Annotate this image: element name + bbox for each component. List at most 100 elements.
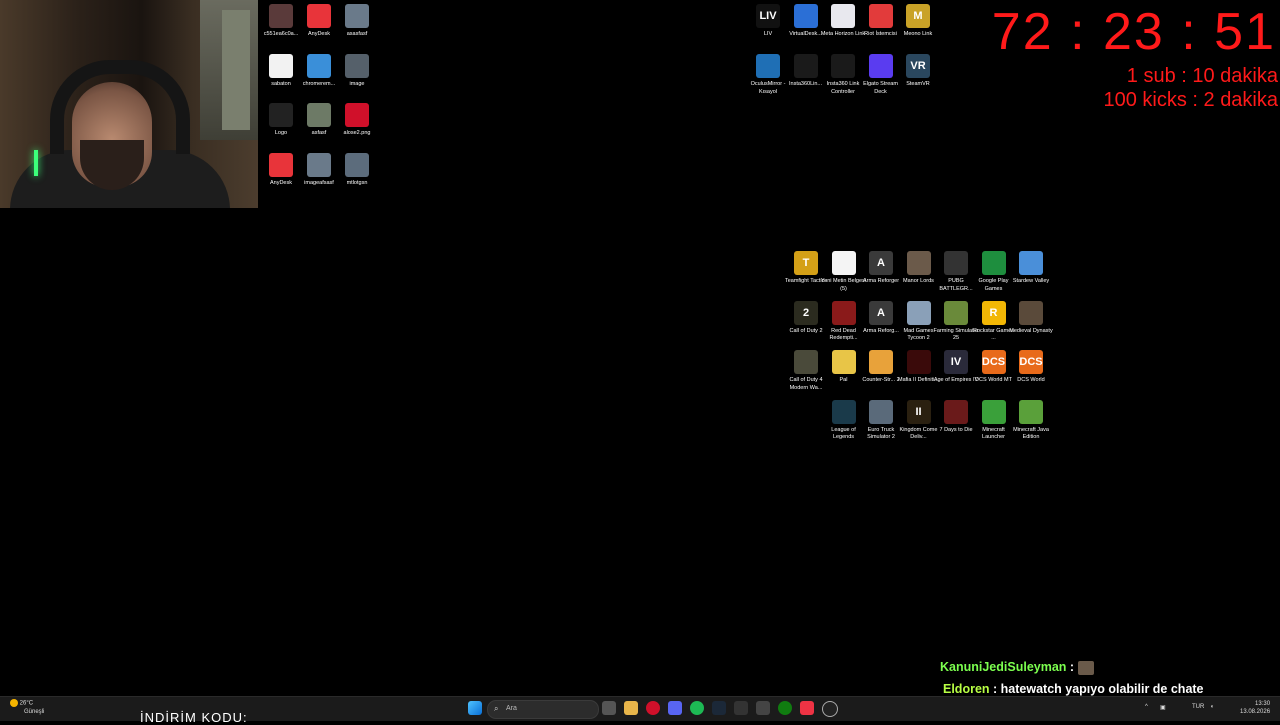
meono-link-icon: M [906, 4, 930, 28]
manor-lords-icon [906, 251, 931, 275]
clock[interactable]: 13:30 13.08.2026 [1240, 700, 1270, 716]
aoe4-icon: IV [944, 350, 968, 374]
logo-image-icon [269, 103, 293, 127]
desktop-icon[interactable]: image [334, 53, 380, 89]
oculus-mirror-icon [756, 54, 780, 78]
stream-deck-icon [868, 54, 893, 78]
desktop-icon[interactable]: alose2.png [334, 103, 380, 138]
weather-desc: Güneşli [24, 708, 45, 715]
discord-icon[interactable] [668, 701, 682, 715]
webcam-overlay [0, 0, 258, 208]
medieval-dynasty-icon [1019, 300, 1043, 325]
text-file-icon [831, 251, 856, 275]
promo-code-label: İNDİRİM KODU: [140, 710, 248, 725]
desktop-icon-label: asasfasf [346, 31, 368, 37]
liv-icon: LIV [756, 4, 780, 28]
dcs-icon: DCS [981, 350, 1006, 374]
tray-chevron-icon[interactable]: ^ [1145, 704, 1148, 710]
desktop-icon-label: image [349, 80, 365, 87]
obs-icon[interactable] [822, 701, 838, 717]
lol-icon [831, 399, 856, 424]
desktop-icon-label: SteamVR [906, 81, 930, 87]
language-indicator[interactable]: TUR [1192, 704, 1204, 710]
stardew-icon [1019, 251, 1043, 275]
xbox-icon[interactable] [778, 701, 792, 715]
ets2-icon [869, 399, 893, 424]
file-explorer-icon[interactable] [624, 701, 638, 715]
riot-icon [868, 4, 893, 28]
arma-icon: A [869, 251, 893, 275]
anydesk-icon [269, 152, 293, 177]
volume-icon[interactable]: ◖ [1210, 704, 1214, 710]
cod2-icon: 2 [794, 300, 818, 325]
image-thumb-icon [345, 53, 369, 78]
chat-message: KanuniJediSuleyman : [940, 658, 1280, 677]
desktop-icon[interactable]: M Meono Link [895, 4, 941, 39]
palworld-icon [831, 350, 856, 374]
desktop-icon-label: Stardew Valley [1012, 278, 1050, 284]
capcut-icon[interactable] [756, 701, 770, 715]
steam-icon[interactable] [712, 701, 726, 715]
image-thumb-icon [345, 4, 369, 28]
file-icon [269, 53, 293, 78]
clock-date: 13.08.2026 [1240, 709, 1271, 715]
farming-sim-icon [944, 300, 968, 325]
timer-rule-kicks: 100 kicks : 2 dakika [1103, 89, 1278, 111]
epic-games-icon[interactable] [734, 701, 748, 715]
pubg-icon [944, 251, 968, 275]
weather-temp: 26°C [19, 700, 34, 707]
image-thumb-icon [307, 103, 331, 127]
opera-gx-icon[interactable] [646, 701, 660, 715]
desktop-icon-label: Medieval Dynasty [1009, 327, 1053, 334]
7dtd-icon [944, 399, 968, 424]
spotify-icon[interactable] [690, 701, 704, 715]
image-thumb-icon [307, 152, 331, 177]
app-icon[interactable] [800, 701, 814, 715]
desktop-icon-label: DCS World [1017, 377, 1045, 383]
tft-icon: T [794, 251, 818, 275]
headset-icon [50, 60, 190, 154]
desktop-icon-label: Minecraft Java Edition [1013, 426, 1049, 441]
timer-rule-sub: 1 sub : 10 dakika [1126, 65, 1278, 87]
webcam-window-pane [222, 10, 250, 130]
sun-icon [10, 699, 18, 707]
chat-username: Eldoren [943, 682, 990, 696]
image-thumb-icon [269, 4, 293, 28]
opera-icon [345, 103, 369, 127]
mad-games-icon [906, 300, 931, 325]
desktop-icon[interactable]: mtlotgsn [334, 152, 380, 188]
cod4-icon [794, 350, 818, 374]
insta360-icon [793, 54, 818, 78]
minecraft-icon [981, 399, 1006, 424]
subathon-timer: 72 : 23 : 51 [991, 3, 1276, 61]
headset-led [34, 150, 38, 176]
desktop-icon-label: mtlotgsn [346, 179, 368, 186]
clock-time: 13:30 [1255, 701, 1271, 707]
desktop-icon[interactable]: asasfasf [334, 4, 380, 39]
chat-username: KanuniJediSuleyman [940, 660, 1067, 674]
search-box[interactable]: ⌕ Ara [487, 700, 599, 719]
desktop-icon[interactable]: DCS DCS World [1008, 350, 1054, 385]
desktop-icon[interactable]: Medieval Dynasty [1008, 300, 1054, 336]
chrome-remote-icon [307, 53, 331, 78]
meta-horizon-icon [831, 4, 855, 28]
search-placeholder: Ara [506, 705, 517, 712]
image-thumb-icon [345, 152, 369, 177]
search-icon: ⌕ [494, 704, 499, 713]
desktop-icon[interactable]: Minecraft Java Edition [1008, 399, 1054, 442]
google-play-games-icon [981, 251, 1006, 275]
network-icon[interactable]: ▣ [1160, 704, 1166, 711]
weather-widget[interactable]: 26°C Güneşli [10, 699, 44, 716]
task-view-icon[interactable] [602, 701, 616, 715]
desktop-icon[interactable]: VR SteamVR [895, 54, 941, 89]
emote-icon [1077, 660, 1094, 675]
minecraft-java-icon [1019, 399, 1043, 424]
desktop-icon[interactable]: Stardew Valley [1008, 251, 1054, 286]
arma-icon: A [869, 300, 893, 325]
anydesk-icon [307, 4, 331, 28]
rockstar-icon: R [981, 300, 1006, 325]
desktop-icon-label: alose2.png [343, 130, 371, 136]
desktop-icon-label: Meono Link [903, 31, 933, 37]
rdr-icon [831, 300, 856, 325]
start-icon[interactable] [468, 701, 482, 715]
